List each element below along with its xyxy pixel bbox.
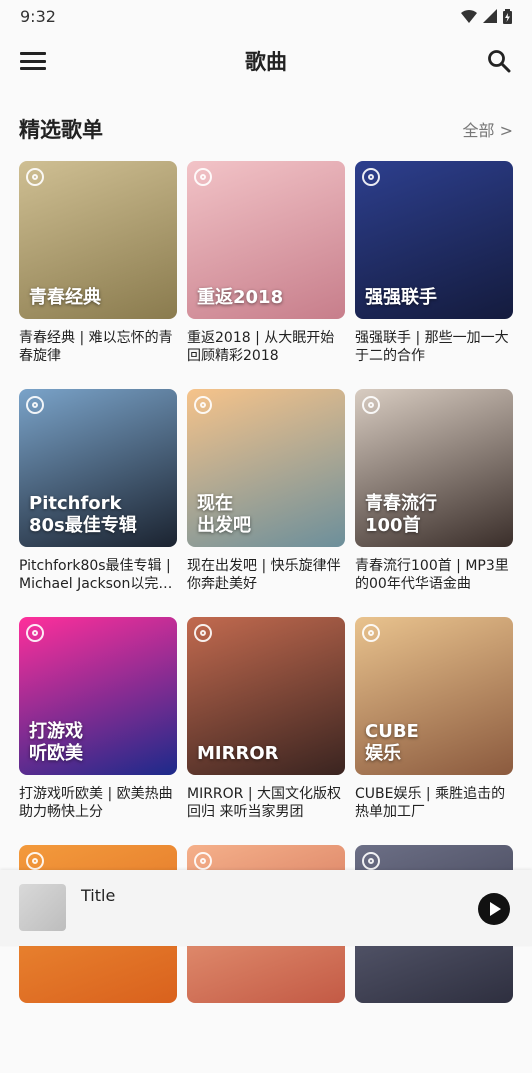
search-icon[interactable] <box>486 48 512 74</box>
cover-title: 青春流行 100首 <box>365 493 437 536</box>
netease-logo-icon <box>194 396 212 414</box>
see-all-link[interactable]: 全部 > <box>463 117 514 141</box>
playlist-caption: 重返2018 | 从大眠开始回顾精彩2018 <box>187 330 335 364</box>
cover-title: 重返2018 <box>197 287 284 308</box>
playlist-caption: CUBE娱乐 | 乘胜追击的热单加工厂 <box>355 786 506 820</box>
playlist-card[interactable]: 青春经典青春经典 | 难以忘怀的青春旋律 <box>19 161 177 389</box>
cover-title: 青春经典 <box>29 287 101 308</box>
playlist-card[interactable]: CUBE 娱乐 CUBE娱乐 | 乘胜追击的热单加工厂 <box>355 617 513 845</box>
playlist-card[interactable]: 打游戏 听欧美打游戏听欧美 | 欧美热曲助力畅快上分 <box>19 617 177 845</box>
playlist-card[interactable]: 现在 出发吧现在出发吧 | 快乐旋律伴你奔赴美好 <box>187 389 345 617</box>
netease-logo-icon <box>362 396 380 414</box>
netease-logo-icon <box>26 396 44 414</box>
playlist-caption: Pitchfork80s最佳专辑 | Michael Jackson以完… <box>19 558 173 592</box>
playlist-caption: 青春流行100首 | MP3里的00年代华语金曲 <box>355 558 509 592</box>
playlist-caption: MIRROR | 大国文化版权回归 来听当家男团 <box>187 786 342 820</box>
battery-icon <box>503 8 512 24</box>
netease-logo-icon <box>26 852 44 870</box>
playlist-caption: 青春经典 | 难以忘怀的青春旋律 <box>19 330 173 364</box>
netease-logo-icon <box>362 168 380 186</box>
album-art[interactable] <box>19 884 66 931</box>
cover-title: 现在 出发吧 <box>197 493 251 536</box>
cover-title: CUBE 娱乐 <box>365 721 419 764</box>
playlist-card[interactable]: Pitchfork 80s最佳专辑 Pitchfork80s最佳专辑 | Mich… <box>19 389 177 617</box>
menu-icon[interactable] <box>20 49 46 73</box>
playlist-caption: 现在出发吧 | 快乐旋律伴你奔赴美好 <box>187 558 341 592</box>
playlist-cover[interactable]: 重返2018 <box>187 161 345 319</box>
signal-icon <box>483 9 497 23</box>
playlist-card[interactable]: 强强联手强强联手 | 那些一加一大于二的合作 <box>355 161 513 389</box>
netease-logo-icon <box>194 168 212 186</box>
playlist-card[interactable]: 重返2018 重返2018 | 从大眠开始回顾精彩2018 <box>187 161 345 389</box>
netease-logo-icon <box>362 624 380 642</box>
play-icon[interactable] <box>478 893 510 925</box>
section-title: 精选歌单 <box>19 118 103 142</box>
app-bar: 歌曲 <box>0 32 532 90</box>
playlist-cover[interactable]: 青春经典 <box>19 161 177 319</box>
playlist-cover[interactable]: 青春流行 100首 <box>355 389 513 547</box>
playlist-cover[interactable]: Pitchfork 80s最佳专辑 <box>19 389 177 547</box>
cover-title: Pitchfork 80s最佳专辑 <box>29 493 137 536</box>
netease-logo-icon <box>26 624 44 642</box>
playlist-card[interactable]: 青春流行 100首青春流行100首 | MP3里的00年代华语金曲 <box>355 389 513 617</box>
playlist-cover[interactable]: MIRROR <box>187 617 345 775</box>
cover-title: MIRROR <box>197 743 279 764</box>
playlist-cover[interactable]: 打游戏 听欧美 <box>19 617 177 775</box>
netease-logo-icon <box>194 852 212 870</box>
cover-title: 打游戏 听欧美 <box>29 721 83 764</box>
netease-logo-icon <box>362 852 380 870</box>
playlist-cover[interactable]: CUBE 娱乐 <box>355 617 513 775</box>
netease-logo-icon <box>194 624 212 642</box>
featured-playlists-header: 精选歌单 全部 > <box>19 112 513 146</box>
status-icons <box>461 8 512 24</box>
playlist-card[interactable]: MIRROR MIRROR | 大国文化版权回归 来听当家男团 <box>187 617 345 845</box>
status-time: 9:32 <box>20 6 56 26</box>
playlist-cover[interactable]: 强强联手 <box>355 161 513 319</box>
mini-player[interactable]: Title <box>0 870 532 946</box>
status-bar: 9:32 <box>0 0 532 32</box>
playlist-caption: 打游戏听欧美 | 欧美热曲助力畅快上分 <box>19 786 173 820</box>
wifi-icon <box>461 9 477 23</box>
cover-title: 强强联手 <box>365 287 437 308</box>
page-title: 歌曲 <box>245 50 287 74</box>
track-title: Title <box>81 886 116 905</box>
playlist-caption: 强强联手 | 那些一加一大于二的合作 <box>355 330 509 364</box>
playlist-cover[interactable]: 现在 出发吧 <box>187 389 345 547</box>
netease-logo-icon <box>26 168 44 186</box>
